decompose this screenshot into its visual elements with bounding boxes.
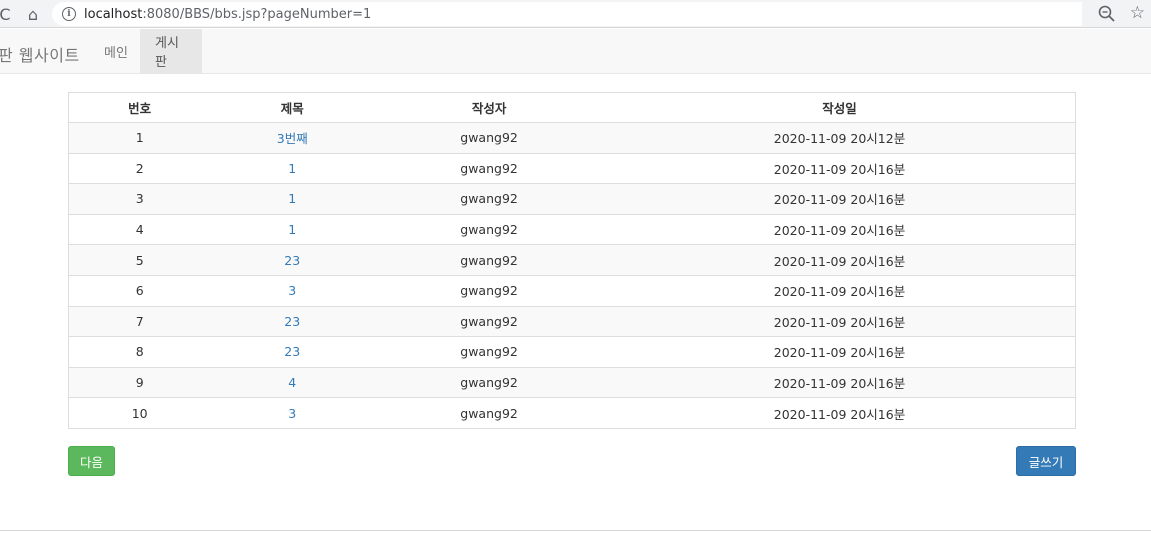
post-date: 2020-11-09 20시16분 [603, 366, 1076, 398]
post-author: gwang92 [374, 213, 604, 245]
post-author: gwang92 [374, 122, 604, 154]
next-page-button[interactable]: 다음 [68, 446, 115, 476]
post-number: 3 [68, 183, 211, 215]
post-title-link[interactable]: 23 [284, 253, 300, 268]
url-host: localhost [84, 6, 143, 22]
post-title-link[interactable]: 1 [288, 191, 296, 206]
post-number: 9 [68, 366, 211, 398]
post-date: 2020-11-09 20시12분 [603, 122, 1076, 154]
header-author: 작성자 [374, 92, 604, 123]
table-row: 7 23 gwang92 2020-11-09 20시16분 [68, 305, 1076, 337]
header-date: 작성일 [603, 92, 1076, 123]
post-author: gwang92 [374, 336, 604, 368]
post-number: 1 [68, 122, 211, 154]
site-brand[interactable]: 판 웹사이트 [0, 42, 80, 66]
header-number: 번호 [68, 92, 211, 123]
table-row: 3 1 gwang92 2020-11-09 20시16분 [68, 183, 1076, 215]
post-author: gwang92 [374, 366, 604, 398]
post-date: 2020-11-09 20시16분 [603, 274, 1076, 307]
post-title-link[interactable]: 3번째 [277, 131, 308, 146]
post-number: 2 [68, 152, 211, 184]
reload-icon[interactable]: C [0, 3, 16, 25]
table-row: 6 3 gwang92 2020-11-09 20시16분 [68, 274, 1076, 307]
post-title-link[interactable]: 3 [288, 406, 296, 421]
site-navbar: 판 웹사이트 메인 게시판 [0, 29, 1151, 74]
table-row: 8 23 gwang92 2020-11-09 20시16분 [68, 336, 1076, 368]
post-title-link[interactable]: 1 [288, 161, 296, 176]
table-row: 1 3번째 gwang92 2020-11-09 20시12분 [68, 122, 1076, 154]
post-title-link[interactable]: 3 [288, 283, 296, 298]
post-date: 2020-11-09 20시16분 [603, 183, 1076, 215]
post-number: 10 [68, 397, 211, 429]
post-number: 8 [68, 336, 211, 368]
nav-item-board[interactable]: 게시판 [140, 29, 202, 73]
post-title-link[interactable]: 23 [284, 314, 300, 329]
table-row: 10 3 gwang92 2020-11-09 20시16분 [68, 397, 1076, 429]
table-row: 5 23 gwang92 2020-11-09 20시16분 [68, 244, 1076, 276]
post-date: 2020-11-09 20시16분 [603, 244, 1076, 276]
post-number: 4 [68, 213, 211, 245]
post-date: 2020-11-09 20시16분 [603, 397, 1076, 429]
post-title-link[interactable]: 4 [288, 375, 296, 390]
post-author: gwang92 [374, 305, 604, 337]
write-post-button[interactable]: 글쓰기 [1016, 446, 1076, 476]
post-date: 2020-11-09 20시16분 [603, 152, 1076, 184]
post-number: 6 [68, 274, 211, 307]
header-title: 제목 [210, 92, 375, 123]
post-author: gwang92 [374, 274, 604, 307]
browser-toolbar: C ⌂ i localhost:8080/BBS/bbs.jsp?pageNum… [0, 0, 1151, 28]
post-author: gwang92 [374, 397, 604, 429]
post-date: 2020-11-09 20시16분 [603, 213, 1076, 245]
post-number: 5 [68, 244, 211, 276]
table-row: 4 1 gwang92 2020-11-09 20시16분 [68, 213, 1076, 245]
post-author: gwang92 [374, 152, 604, 184]
nav-item-main[interactable]: 메인 [89, 29, 143, 73]
zoom-icon[interactable] [1097, 4, 1117, 24]
post-date: 2020-11-09 20시16분 [603, 336, 1076, 368]
footer-divider [0, 530, 1151, 531]
table-header-row: 번호 제목 작성자 작성일 [68, 92, 1076, 123]
table-row: 9 4 gwang92 2020-11-09 20시16분 [68, 366, 1076, 398]
post-title-link[interactable]: 23 [284, 344, 300, 359]
home-icon[interactable]: ⌂ [22, 3, 44, 25]
post-date: 2020-11-09 20시16분 [603, 305, 1076, 337]
board-table: 번호 제목 작성자 작성일 1 3번째 gwang92 2020-11-09 2… [68, 92, 1076, 429]
post-author: gwang92 [374, 244, 604, 276]
bookmark-star-icon[interactable]: ☆ [1130, 3, 1145, 23]
table-row: 2 1 gwang92 2020-11-09 20시16분 [68, 152, 1076, 184]
post-number: 7 [68, 305, 211, 337]
info-icon[interactable]: i [62, 7, 76, 21]
url-path: :8080/BBS/bbs.jsp?pageNumber=1 [142, 6, 372, 22]
post-title-link[interactable]: 1 [288, 222, 296, 237]
address-bar[interactable]: i localhost:8080/BBS/bbs.jsp?pageNumber=… [52, 2, 1082, 26]
post-author: gwang92 [374, 183, 604, 215]
